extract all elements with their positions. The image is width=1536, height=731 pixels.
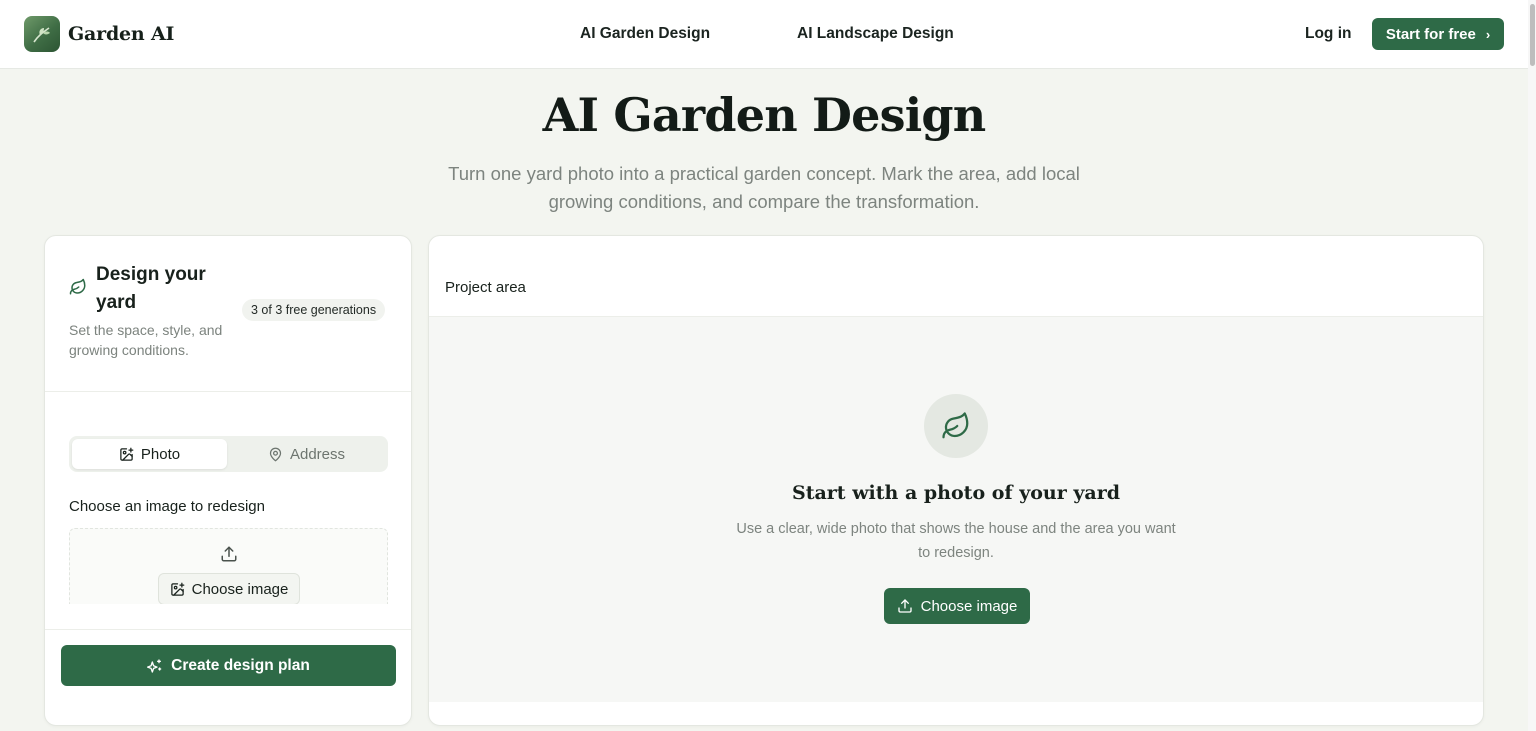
page-subtitle: Turn one yard photo into a practical gar… <box>448 163 1080 212</box>
project-area-label: Project area <box>445 279 526 296</box>
brand-logo <box>24 16 60 52</box>
leaf-icon <box>69 278 86 295</box>
map-pin-icon <box>269 447 282 461</box>
design-form-panel: Design your yard Set the space, style, a… <box>44 235 412 726</box>
form-panel-description: Set the space, style, and growing condit… <box>69 322 223 358</box>
form-panel-header: Design your yard Set the space, style, a… <box>45 236 411 392</box>
form-panel-footer-divider <box>45 629 411 630</box>
choose-image-button[interactable]: Choose image <box>884 588 1030 624</box>
page-title: AI Garden Design <box>542 88 987 142</box>
source-tabs: Photo Address <box>69 436 388 472</box>
chevron-right-icon: › <box>1485 26 1491 42</box>
nav-link-ai-garden-design[interactable]: AI Garden Design <box>580 25 710 43</box>
brand[interactable]: Garden AI <box>24 16 174 52</box>
empty-state-title: Start with a photo of your yard <box>791 482 1120 504</box>
tab-address[interactable]: Address <box>229 439 384 469</box>
image-plus-icon <box>170 582 184 596</box>
start-for-free-button[interactable]: Start for free › <box>1372 18 1504 50</box>
nav-link-ai-landscape-design[interactable]: AI Landscape Design <box>797 25 954 43</box>
sprout-icon <box>33 27 50 43</box>
choose-image-button-small[interactable]: Choose image <box>158 573 300 604</box>
free-generations-badge: 3 of 3 free generations <box>242 299 386 321</box>
project-preview-panel: Project area Start with a photo of your … <box>428 235 1484 726</box>
tab-address-label: Address <box>289 445 346 463</box>
brand-name: Garden AI <box>68 23 175 45</box>
scrollbar-thumb[interactable] <box>1530 4 1535 66</box>
login-link[interactable]: Log in <box>1305 25 1352 43</box>
choose-image-label: Choose image <box>920 597 1018 615</box>
image-dropzone[interactable]: Choose image <box>69 528 388 604</box>
sparkles-icon <box>147 658 162 673</box>
create-design-plan-label: Create design plan <box>171 656 310 674</box>
top-navigation-bar: Garden AI AI Garden Design AI Landscape … <box>0 0 1536 69</box>
upload-icon <box>897 599 912 613</box>
tab-photo-label: Photo <box>140 445 181 463</box>
choose-image-label-small: Choose image <box>191 580 289 598</box>
page-scrollbar[interactable] <box>1528 0 1536 731</box>
image-icon <box>120 447 134 461</box>
leaf-badge <box>924 394 988 458</box>
tab-photo[interactable]: Photo <box>72 439 227 469</box>
empty-state-description: Use a clear, wide photo that shows the h… <box>736 521 1176 561</box>
leaf-icon <box>942 412 969 439</box>
create-design-plan-button[interactable]: Create design plan <box>61 645 396 686</box>
form-panel-title: Design your yard <box>96 264 206 313</box>
upload-icon <box>221 546 237 562</box>
project-canvas-empty-state: Start with a photo of your yard Use a cl… <box>429 316 1483 702</box>
image-field-label: Choose an image to redesign <box>69 498 265 515</box>
start-for-free-label: Start for free <box>1385 25 1476 43</box>
